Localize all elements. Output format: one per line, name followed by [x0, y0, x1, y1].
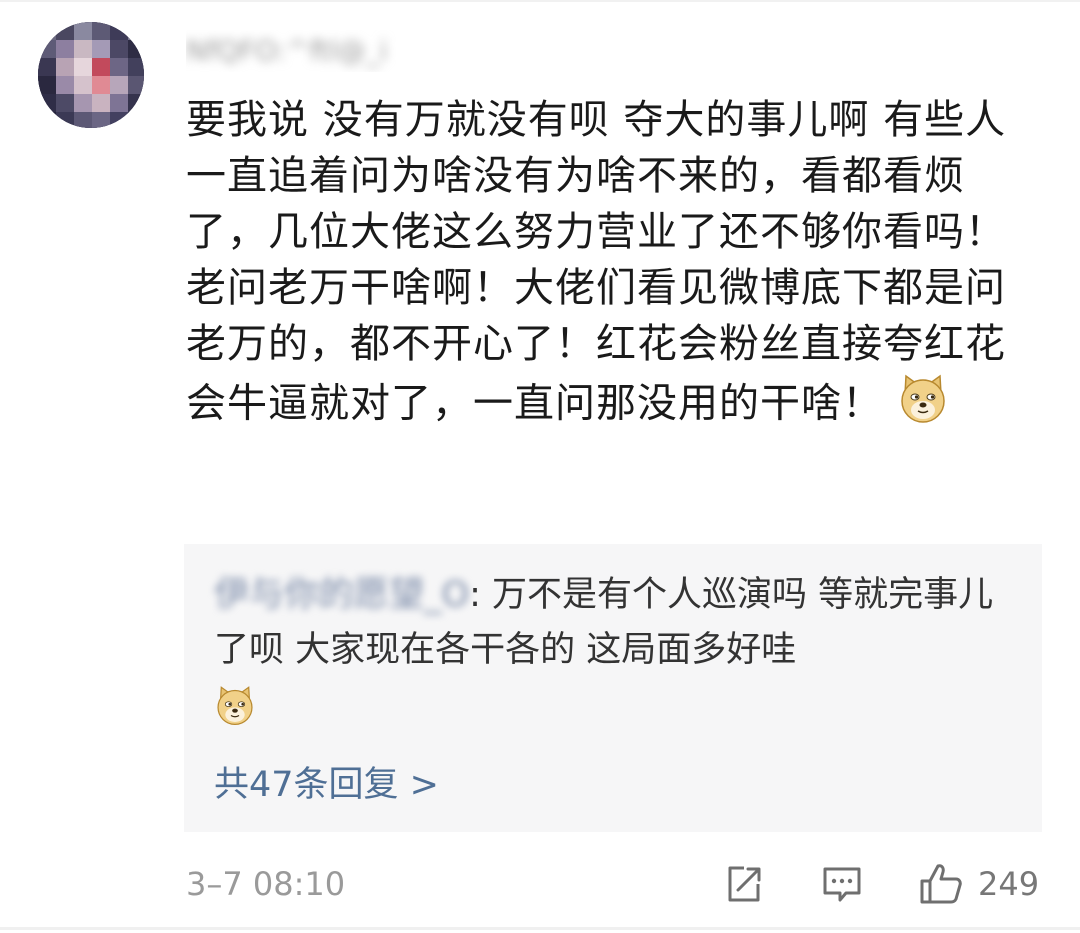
reply-preview-box[interactable]: 伊与你的愿望_O: 万不是有个人巡演吗 等就完事儿了呗 大家现在各干各的 这局面… — [184, 544, 1042, 832]
comment-footer: 3–7 08:10 249 — [186, 858, 1046, 908]
comment-icon — [823, 867, 861, 902]
bottom-divider — [0, 927, 1080, 930]
comment-timestamp: 3–7 08:10 — [186, 865, 346, 903]
thumbs-up-icon — [920, 864, 962, 904]
comment-body: 要我说 没有万就没有呗 夺大的事儿啊 有些人一直追着问为啥没有为啥不来的，看都看… — [186, 92, 1016, 439]
avatar-image — [38, 22, 144, 128]
like-count: 249 — [978, 865, 1040, 903]
comment-username[interactable]: NfQFO:^ftl@_i — [186, 30, 462, 72]
weibo-comment: NfQFO:^ftl@_i 要我说 没有万就没有呗 夺大的事儿啊 有些人一直追着… — [0, 0, 1080, 933]
reply-username[interactable]: 伊与你的愿望_O — [214, 568, 469, 623]
reply-content: 伊与你的愿望_O: 万不是有个人巡演吗 等就完事儿了呗 大家现在各干各的 这局面… — [214, 568, 1014, 743]
view-all-replies-link[interactable]: 共47条回复 > — [214, 760, 439, 810]
comment-body-text: 要我说 没有万就没有呗 夺大的事儿啊 有些人一直追着问为啥没有为啥不来的，看都看… — [186, 97, 1007, 427]
comment-reply-button[interactable] — [820, 862, 864, 906]
avatar[interactable] — [38, 22, 144, 128]
doge-emoji-icon — [897, 372, 949, 439]
like-button[interactable]: 249 — [918, 862, 1039, 906]
comment-username-text: NfQFO:^ftl@_i — [186, 34, 388, 67]
reply-separator: : — [469, 575, 481, 615]
repost-button[interactable] — [722, 862, 766, 906]
repost-icon — [728, 866, 761, 902]
top-divider — [0, 0, 1080, 2]
doge-emoji-icon — [214, 684, 1014, 743]
